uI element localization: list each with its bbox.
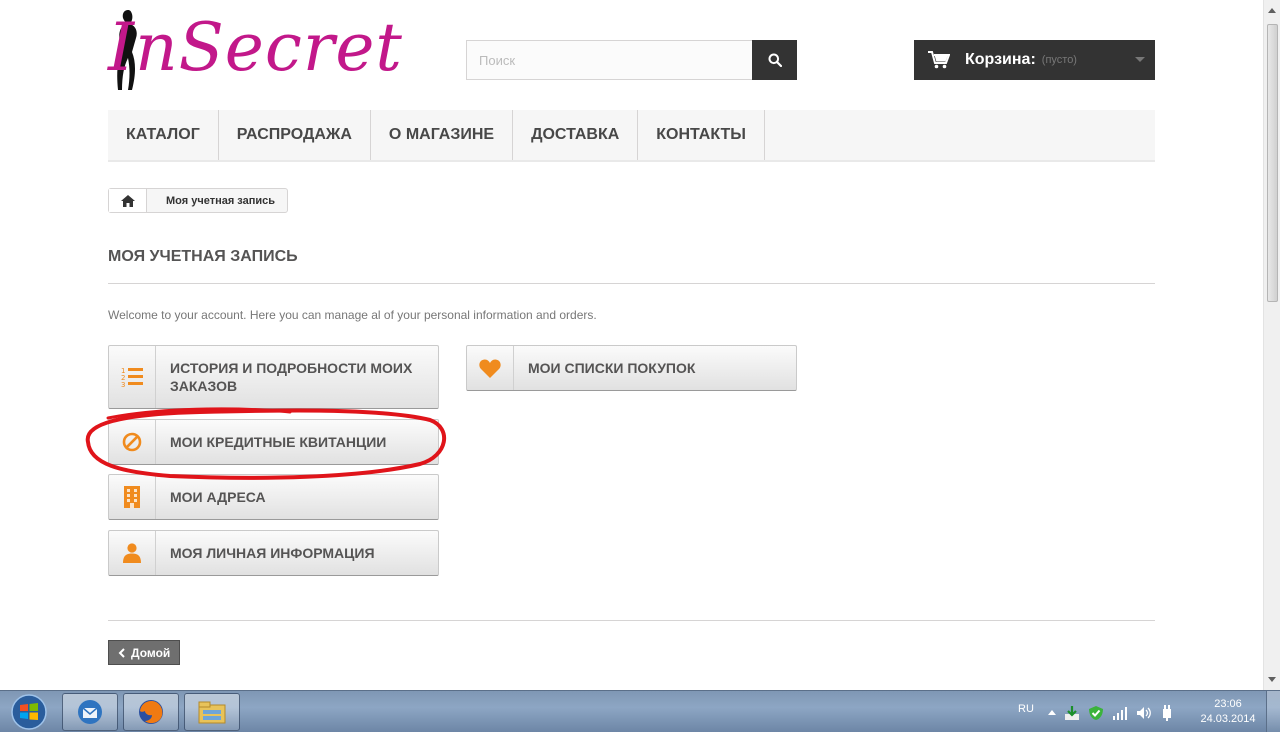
search-icon (768, 53, 782, 67)
clock-time: 23:06 (1214, 698, 1242, 710)
order-history-button[interactable]: 1 2 3 ИСТОРИЯ И ПОДРОБНОСТИ МОИХ ЗАКАЗОВ (108, 345, 439, 409)
page-title: МОЯ УЧЕТНАЯ ЗАПИСЬ (108, 248, 1155, 284)
scroll-up-icon[interactable] (1268, 8, 1276, 13)
clock[interactable]: 23:06 24.03.2014 (1198, 697, 1258, 727)
credit-slips-label: МОИ КРЕДИТНЫЕ КВИТАНЦИИ (170, 434, 387, 450)
ban-icon (122, 432, 142, 452)
logo-text: InSecret (108, 9, 403, 86)
building-icon (124, 486, 140, 508)
firefox-icon (139, 700, 163, 724)
user-icon (123, 543, 141, 563)
divider (108, 620, 1155, 621)
svg-text:3: 3 (121, 381, 125, 388)
order-history-label: ИСТОРИЯ И ПОДРОБНОСТИ МОИХ ЗАКАЗОВ (170, 360, 413, 394)
numbered-list-icon: 1 2 3 (121, 367, 143, 388)
credit-slips-button[interactable]: МОИ КРЕДИТНЫЕ КВИТАНЦИИ (108, 419, 439, 465)
taskbar-firefox[interactable] (123, 693, 179, 731)
taskbar-thunderbird[interactable] (62, 693, 118, 731)
addresses-label: МОИ АДРЕСА (170, 489, 266, 505)
system-tray (1048, 705, 1174, 721)
network-signal-icon[interactable] (1112, 706, 1128, 720)
vertical-scrollbar[interactable] (1263, 0, 1280, 690)
explorer-icon (198, 701, 226, 724)
home-button-label: Домой (131, 645, 171, 660)
menu-item-sale[interactable]: РАСПРОДАЖА (219, 110, 371, 160)
tray-arrow-icon[interactable] (1048, 709, 1056, 717)
scrollbar-thumb[interactable] (1267, 24, 1278, 302)
search-button[interactable] (752, 40, 797, 80)
breadcrumb: Моя учетная запись (108, 188, 289, 213)
power-plug-icon[interactable] (1160, 705, 1174, 721)
welcome-text: Welcome to your account. Here you can ma… (108, 308, 597, 322)
show-desktop-button[interactable] (1266, 691, 1280, 732)
personal-info-label: МОЯ ЛИЧНАЯ ИНФОРМАЦИЯ (170, 545, 375, 561)
menu-item-catalog[interactable]: КАТАЛОГ (108, 110, 219, 160)
cart-block[interactable]: Корзина: (пусто) (914, 40, 1155, 80)
main-menu: КАТАЛОГ РАСПРОДАЖА О МАГАЗИНЕ ДОСТАВКА К… (108, 110, 1155, 162)
windows-logo-icon (11, 694, 47, 730)
menu-item-contacts[interactable]: КОНТАКТЫ (638, 110, 765, 160)
search-input[interactable] (466, 40, 752, 80)
scroll-down-icon[interactable] (1268, 677, 1276, 682)
cart-title: Корзина: (965, 51, 1036, 68)
addresses-button[interactable]: МОИ АДРЕСА (108, 474, 439, 520)
windows-taskbar: RU 23:06 24.03.2014 (0, 690, 1280, 732)
personal-info-button[interactable]: МОЯ ЛИЧНАЯ ИНФОРМАЦИЯ (108, 530, 439, 576)
wishlists-label: МОИ СПИСКИ ПОКУПОК (528, 360, 696, 376)
site-logo[interactable]: InSecret (108, 8, 438, 92)
volume-icon[interactable] (1136, 706, 1152, 720)
home-icon (120, 194, 135, 207)
breadcrumb-current: Моя учетная запись (166, 194, 276, 207)
cart-status: (пусто) (1041, 54, 1077, 66)
download-tray-icon[interactable] (1064, 705, 1080, 721)
home-button[interactable]: Домой (108, 640, 181, 665)
chevron-down-icon[interactable] (1135, 57, 1145, 62)
language-indicator[interactable]: RU (1018, 703, 1034, 715)
search-bar (466, 40, 797, 80)
clock-date: 24.03.2014 (1200, 713, 1256, 725)
menu-item-delivery[interactable]: ДОСТАВКА (513, 110, 639, 160)
taskbar-explorer[interactable] (184, 693, 240, 731)
start-button[interactable] (6, 693, 52, 731)
shield-tray-icon[interactable] (1088, 705, 1104, 721)
heart-icon (479, 358, 501, 378)
menu-item-about[interactable]: О МАГАЗИНЕ (371, 110, 514, 160)
breadcrumb-home[interactable] (109, 189, 147, 212)
chevron-left-icon (118, 647, 125, 658)
wishlists-button[interactable]: МОИ СПИСКИ ПОКУПОК (466, 345, 797, 391)
shopping-cart-icon (928, 51, 950, 69)
thunderbird-icon (78, 700, 102, 724)
